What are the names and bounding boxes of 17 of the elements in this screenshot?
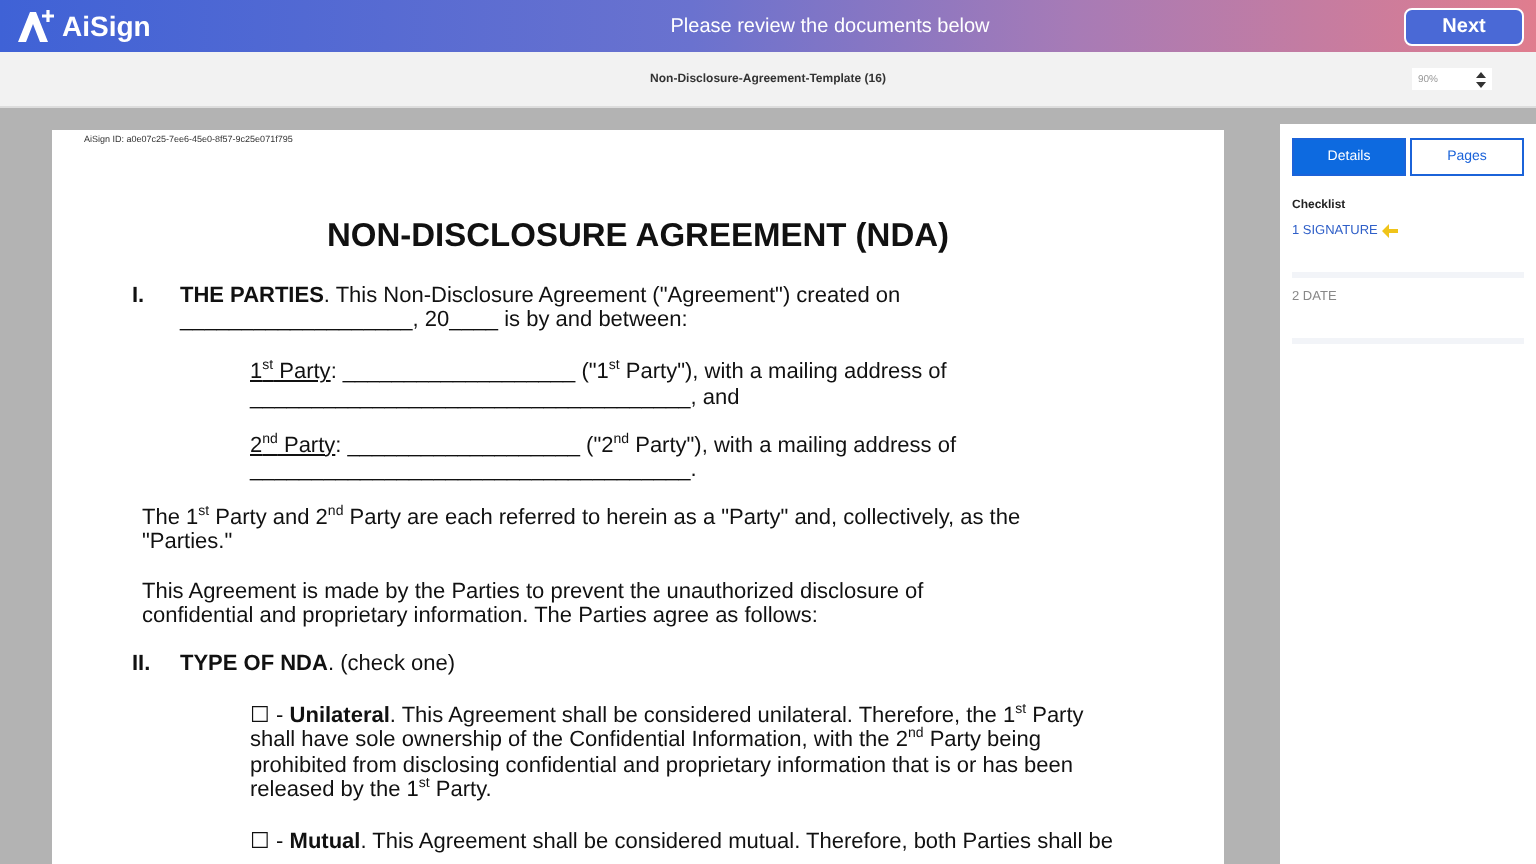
review-message: Please review the documents below [670, 15, 990, 37]
document-title: NON-DISCLOSURE AGREEMENT (NDA) [324, 218, 952, 256]
paragraph: 1$^{st}$ Party: ___________________ ("1$^{st}$ Party"), with a mailing address of ____________________________________, and [250, 360, 949, 410]
next-button[interactable]: Next [1404, 7, 1524, 45]
paragraph: ☐ - Unilateral. This Agreement shall be considered unilateral. Therefore, the 1$^{st}$ Party shall have sole ownership of the Confidential Information, with the 2$^{nd}$ Party being prohibited from disclosing confidential and proprietary information that is or has been released by the 1$^{st}$ Party. [250, 704, 1086, 803]
paragraph: 2$^{nd}$ Party: ___________________ ("2$^{nd}$ Party"), with a mailing address of ____________________________________. [250, 433, 959, 483]
section-number: II. [132, 652, 153, 677]
arrow-left-icon [1381, 224, 1398, 238]
sort-icon [1476, 71, 1486, 87]
paragraph: This Agreement is made by the Parties to prevent the unauthorized disclosure of confidential and proprietary information. The Parties agree as follows: [142, 579, 926, 629]
section-number: I. [132, 284, 147, 312]
paragraph: ☐ - Mutual. This Agreement shall be considered mutual. Therefore, both Parties shall be [250, 830, 1115, 855]
logo-icon [16, 8, 56, 44]
paragraph: The 1$^{st}$ Party and 2$^{nd}$ Party are each referred to herein as a "Party" and, collectively, as the "Parties." [142, 506, 1022, 556]
paragraph: TYPE OF NDA. (check one) [180, 652, 456, 677]
brand-name: AiSign [62, 10, 151, 42]
paragraph: THE PARTIES. This Non-Disclosure Agreement ("Agreement") created on ___________________, 20____ is by and between: [180, 284, 903, 333]
